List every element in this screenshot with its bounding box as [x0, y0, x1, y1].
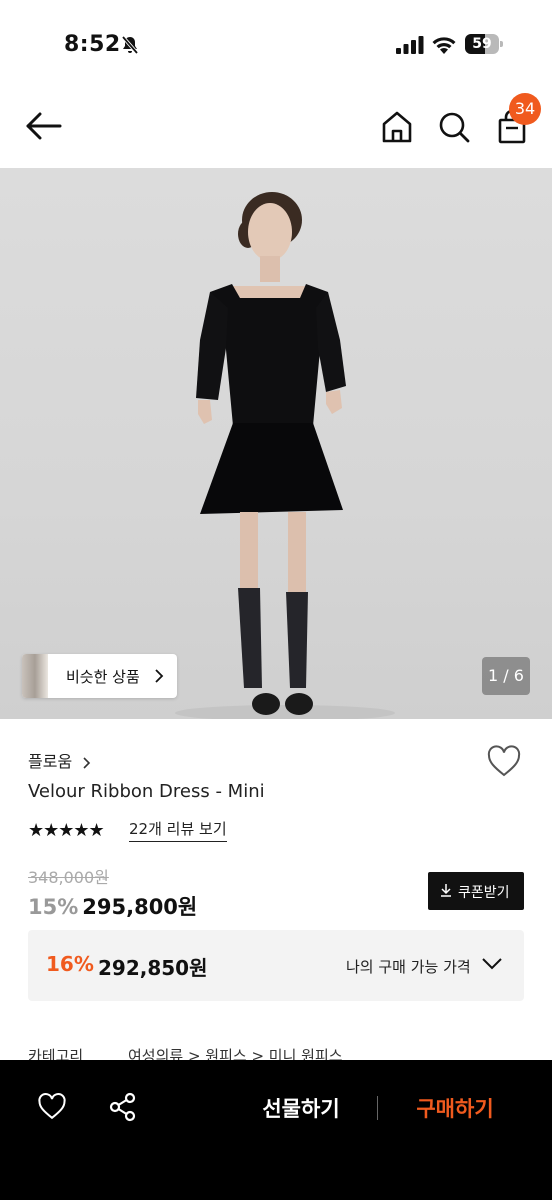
model-photo	[175, 192, 395, 719]
bottom-action-bar: 선물하기 구매하기	[0, 1060, 552, 1200]
heart-icon	[38, 1093, 66, 1120]
brand-name: 플로움	[28, 752, 73, 771]
coupon-button[interactable]: 쿠폰받기	[428, 872, 524, 910]
my-price: 292,850원	[98, 956, 208, 980]
divider	[377, 1096, 378, 1120]
sale-price: 295,800원	[82, 895, 198, 919]
price-row: 15% 295,800원	[28, 891, 197, 921]
app-header	[0, 90, 552, 168]
similar-products-thumbnail	[22, 654, 48, 698]
gift-button[interactable]: 선물하기	[246, 1091, 356, 1127]
share-button[interactable]	[108, 1092, 138, 1126]
product-name: Velour Ribbon Dress - Mini	[28, 781, 265, 802]
buy-button[interactable]: 구매하기	[400, 1091, 510, 1127]
my-price-label: 나의 구매 가능 가격	[346, 958, 471, 976]
chevron-right-icon	[83, 756, 91, 769]
heart-icon	[487, 745, 521, 777]
star-rating-icons: ★★★★★	[28, 820, 105, 841]
battery-icon: 59	[465, 34, 503, 54]
chevron-down-icon	[482, 958, 502, 970]
brand-link[interactable]: 플로움	[28, 748, 91, 772]
wifi-icon	[432, 37, 456, 54]
back-arrow-icon	[26, 112, 62, 140]
signal-icon	[396, 36, 424, 54]
home-icon	[382, 111, 412, 143]
search-button[interactable]	[435, 108, 473, 146]
status-bar: 8:52 59	[0, 0, 552, 90]
status-time: 8:52	[64, 32, 121, 57]
similar-products-button[interactable]: 비슷한 상품	[22, 654, 177, 698]
bell-slash-icon	[121, 35, 139, 55]
product-image[interactable]: 비슷한 상품 1 / 6	[0, 168, 552, 719]
cart-count-badge: 34	[509, 93, 541, 125]
similar-products-label: 비슷한 상품	[66, 668, 140, 686]
wishlist-button[interactable]	[486, 744, 522, 780]
image-counter: 1 / 6	[482, 657, 530, 695]
bottom-wishlist-button[interactable]	[37, 1092, 67, 1126]
coupon-label: 쿠폰받기	[458, 885, 510, 901]
my-discount-rate: 16%	[46, 952, 94, 976]
back-button[interactable]	[22, 108, 66, 144]
reviews-link[interactable]: 22개 리뷰 보기	[129, 818, 227, 842]
search-icon	[439, 112, 470, 143]
my-price-panel[interactable]: 16% 292,850원 나의 구매 가능 가격	[28, 930, 524, 1001]
original-price: 348,000원	[28, 868, 109, 887]
home-button[interactable]	[378, 108, 416, 146]
share-icon	[109, 1092, 136, 1122]
download-icon	[441, 884, 451, 897]
chevron-right-icon	[155, 669, 164, 683]
discount-rate: 15%	[28, 895, 79, 919]
battery-level: 59	[472, 36, 492, 52]
